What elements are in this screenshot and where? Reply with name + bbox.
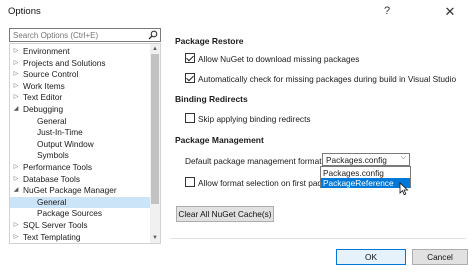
- tree-item-label: NuGet Package Manager: [23, 185, 117, 196]
- expand-arrow-icon[interactable]: ▷: [12, 69, 20, 80]
- tree-item-label: Environment: [23, 46, 70, 56]
- scroll-down-icon[interactable]: ▼: [150, 233, 160, 243]
- expand-arrow-icon[interactable]: ▷: [12, 220, 20, 231]
- tree-item-label: Performance Tools: [23, 162, 93, 172]
- window-title: Options: [8, 6, 41, 17]
- tree-item-text-templating[interactable]: ▷ Text Templating: [10, 232, 150, 243]
- tree-item-label: Text Templating: [23, 231, 81, 242]
- option-package-reference[interactable]: PackageReference: [321, 178, 410, 188]
- tree-item-source-control[interactable]: ▷ Source Control: [10, 69, 150, 80]
- close-button[interactable]: ✕: [426, 0, 474, 24]
- tree-item-label: Debugging: [23, 104, 64, 114]
- tree-item-label: Work Items: [23, 80, 65, 91]
- collapse-arrow-icon[interactable]: ◢: [12, 185, 20, 196]
- allow-download-label: Allow NuGet to download missing packages: [198, 54, 360, 64]
- tree-item-sql-server-tools[interactable]: ▷ SQL Server Tools: [10, 220, 150, 231]
- expand-arrow-icon[interactable]: ▷: [12, 232, 20, 243]
- tree-item-environment[interactable]: ▷ Environment: [10, 46, 150, 57]
- tree-item-label: Package Sources: [37, 208, 103, 219]
- ok-button[interactable]: OK: [336, 249, 406, 265]
- tree-item-label: Just-In-Time: [37, 127, 83, 138]
- skip-binding-label: Skip applying binding redirects: [198, 114, 311, 124]
- allow-format-checkbox[interactable]: [185, 177, 195, 187]
- tree-item-work-items[interactable]: ▷ Work Items: [10, 81, 150, 92]
- tree-item-package-sources[interactable]: Package Sources: [10, 208, 150, 219]
- mouse-cursor-icon: [399, 182, 409, 196]
- skip-binding-checkbox[interactable]: [185, 113, 195, 123]
- option-packages-config[interactable]: Packages.config: [321, 168, 410, 178]
- format-dropdown-list: Packages.config PackageReference: [320, 166, 411, 188]
- search-input[interactable]: [10, 29, 146, 41]
- allow-download-checkbox[interactable]: [185, 53, 195, 63]
- title-bar: Options ? ✕: [0, 0, 474, 24]
- search-box[interactable]: [9, 28, 161, 42]
- help-button[interactable]: ?: [384, 5, 390, 17]
- expand-arrow-icon[interactable]: ▷: [12, 81, 20, 92]
- tree-item-label: SQL Server Tools: [23, 220, 88, 230]
- scroll-up-icon[interactable]: ▲: [150, 44, 160, 54]
- tree-item-text-editor[interactable]: ▷ Text Editor: [10, 92, 150, 103]
- tree-item-general[interactable]: General: [10, 116, 150, 127]
- allow-format-label: Allow format selection on first packag: [198, 178, 320, 188]
- auto-check-label: Automatically check for missing packages…: [198, 74, 457, 84]
- format-combobox[interactable]: Packages.config ⌵: [322, 153, 410, 166]
- chevron-down-icon[interactable]: ⌵: [401, 154, 406, 162]
- tree-item-performance-tools[interactable]: ▷ Performance Tools: [10, 162, 150, 173]
- tree-item-nuget-package-manager[interactable]: ◢ NuGet Package Manager: [10, 185, 150, 196]
- binding-redirects-heading: Binding Redirects: [175, 94, 248, 104]
- scroll-thumb[interactable]: [151, 54, 159, 204]
- tree-item-label: General: [37, 115, 67, 126]
- collapse-arrow-icon[interactable]: ◢: [12, 104, 20, 115]
- tree-item-database-tools[interactable]: ▷ Database Tools: [10, 174, 150, 185]
- tree-item-symbols[interactable]: Symbols: [10, 150, 150, 161]
- tree-item-label: General: [37, 196, 67, 207]
- format-label: Default package management format:: [185, 156, 324, 166]
- tree-scrollbar[interactable]: ▲ ▼: [150, 44, 160, 243]
- tree-item-label: Output Window: [37, 138, 94, 149]
- tree-item-general[interactable]: General: [10, 196, 150, 208]
- expand-arrow-icon[interactable]: ▷: [12, 162, 20, 173]
- tree-item-label: Symbols: [37, 150, 69, 161]
- tree-item-label: Database Tools: [23, 173, 81, 184]
- format-value: Packages.config: [326, 155, 387, 165]
- expand-arrow-icon[interactable]: ▷: [12, 174, 20, 185]
- tree-item-output-window[interactable]: Output Window: [10, 139, 150, 150]
- tree-item-debugging[interactable]: ◢ Debugging: [10, 104, 150, 115]
- tree-item-label: Projects and Solutions: [23, 57, 106, 68]
- expand-arrow-icon[interactable]: ▷: [12, 58, 20, 69]
- package-restore-heading: Package Restore: [175, 36, 244, 46]
- options-tree: ▷ Environment ▷ Projects and Solutions ▷ Sour…: [9, 43, 161, 244]
- search-icon[interactable]: [148, 30, 158, 40]
- tree-item-just-in-time[interactable]: Just-In-Time: [10, 127, 150, 138]
- tree-item-web-forms-designer[interactable]: ▷Web Forms Designer: [10, 243, 150, 244]
- expand-arrow-icon[interactable]: ▷: [12, 46, 20, 57]
- expand-arrow-icon[interactable]: ▷: [12, 243, 20, 244]
- divider: [170, 238, 466, 239]
- auto-check-checkbox[interactable]: [185, 73, 195, 83]
- clear-cache-button[interactable]: Clear All NuGet Cache(s): [176, 206, 274, 222]
- package-management-heading: Package Management: [175, 135, 264, 145]
- tree-item-label: Web Forms Designer: [23, 243, 101, 244]
- tree-item-projects-and-solutions[interactable]: ▷ Projects and Solutions: [10, 58, 150, 69]
- tree-item-label: Source Control: [23, 69, 79, 80]
- expand-arrow-icon[interactable]: ▷: [12, 92, 20, 103]
- cancel-button[interactable]: Cancel: [412, 249, 468, 265]
- tree-item-label: Text Editor: [23, 92, 63, 103]
